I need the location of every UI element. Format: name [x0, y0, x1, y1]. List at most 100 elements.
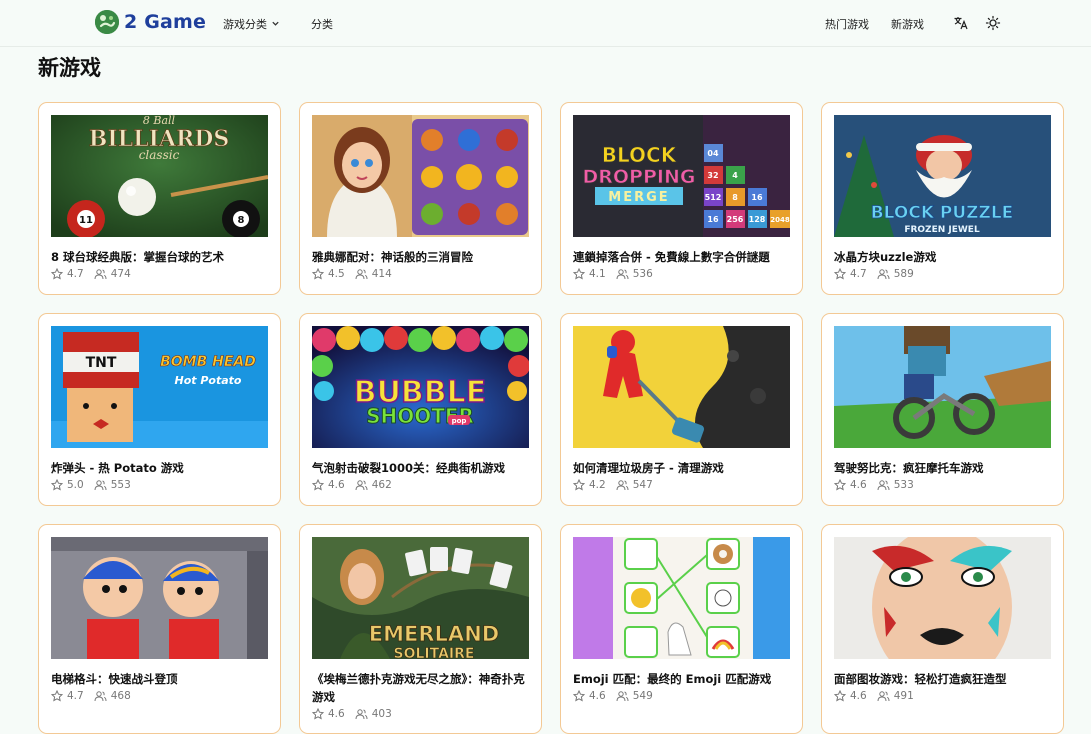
star-icon: [312, 268, 324, 280]
users-icon: [616, 268, 629, 280]
svg-text:FROZEN JEWEL: FROZEN JEWEL: [904, 225, 980, 235]
nav-label: 新游戏: [891, 18, 924, 31]
game-card[interactable]: 雅典娜配对：神话般的三消冒险 4.5 414: [299, 102, 542, 295]
svg-text:512: 512: [705, 193, 722, 202]
site-logo[interactable]: 2 Game: [95, 10, 206, 34]
svg-text:Hot Potato: Hot Potato: [175, 374, 242, 387]
users-icon: [877, 690, 890, 702]
players-count: 547: [632, 479, 653, 491]
players-count: 549: [632, 690, 653, 702]
svg-text:MERGE: MERGE: [608, 190, 669, 205]
game-title: 8 球台球经典版：掌握台球的艺术: [51, 250, 225, 264]
game-stats: 4.6 462: [312, 479, 392, 491]
nav-hot-games[interactable]: 热门游戏: [825, 16, 869, 32]
game-thumbnail: EMERLAND SOLITAIRE: [312, 537, 529, 659]
svg-text:2048: 2048: [770, 216, 790, 224]
game-thumbnail: [834, 537, 1051, 659]
page-title: 新游戏: [38, 56, 101, 80]
game-thumbnail: 8 Ball BILLIARDS classic 11 8: [51, 115, 268, 237]
game-card[interactable]: 驾驶努比克：疯狂摩托车游戏 4.6 533: [821, 313, 1064, 506]
game-thumbnail: BLOCK PUZZLE FROZEN JEWEL: [834, 115, 1051, 237]
players-count: 589: [893, 268, 914, 280]
rating-value: 4.6: [328, 708, 345, 720]
game-card[interactable]: BUBBLE SHOOTER pop 气泡射击破裂1000关：经典街机游戏 4.…: [299, 313, 542, 506]
game-card[interactable]: TNT BOMB HEAD Hot Potato 炸弹头 - 热 Potato …: [38, 313, 281, 506]
players-count: 403: [371, 708, 392, 720]
game-card[interactable]: 8 Ball BILLIARDS classic 11 8 8 球台球经典版：掌…: [38, 102, 281, 295]
logo-text: 2 Game: [124, 11, 207, 33]
game-stats: 4.2 547: [573, 479, 653, 491]
rating-value: 4.6: [850, 479, 867, 491]
svg-text:16: 16: [751, 193, 763, 202]
rating-value: 4.5: [328, 268, 345, 280]
players-count: 553: [110, 479, 131, 491]
nav-label: 分类: [311, 18, 333, 31]
game-stats: 4.7 468: [51, 690, 131, 702]
star-icon: [51, 690, 63, 702]
star-icon: [51, 268, 63, 280]
svg-text:BLOCK PUZZLE: BLOCK PUZZLE: [871, 203, 1014, 223]
game-stats: 4.6 491: [834, 690, 914, 702]
game-title: 《埃梅兰德扑克游戏无尽之旅》：神奇扑克游戏: [312, 672, 525, 704]
svg-text:8: 8: [238, 215, 245, 226]
game-stats: 4.1 536: [573, 268, 653, 280]
players-count: 462: [371, 479, 392, 491]
game-stats: 5.0 553: [51, 479, 131, 491]
game-thumbnail: [51, 537, 268, 659]
star-icon: [573, 268, 585, 280]
game-title: 驾驶努比克：疯狂摩托车游戏: [834, 461, 984, 475]
svg-text:11: 11: [79, 215, 93, 226]
game-card[interactable]: BLOCK DROPPING MERGE 04 32 4 512 8 16 16…: [560, 102, 803, 295]
game-thumbnail: BUBBLE SHOOTER pop: [312, 326, 529, 448]
game-title: 电梯格斗：快速战斗登顶: [51, 672, 178, 686]
svg-text:16: 16: [707, 215, 719, 224]
svg-text:SOLITAIRE: SOLITAIRE: [394, 646, 475, 659]
rating-value: 5.0: [67, 479, 84, 491]
players-count: 491: [893, 690, 914, 702]
game-title: 連鎖掉落合併 - 免費線上數字合併謎題: [573, 250, 770, 264]
nav-label: 游戏分类: [223, 18, 267, 31]
game-thumbnail: BLOCK DROPPING MERGE 04 32 4 512 8 16 16…: [573, 115, 790, 237]
game-card[interactable]: 面部图妆游戏：轻松打造疯狂造型 4.6 491: [821, 524, 1064, 734]
game-thumbnail: [312, 115, 529, 237]
game-card[interactable]: 如何清理垃圾房子 - 清理游戏 4.2 547: [560, 313, 803, 506]
sun-icon[interactable]: [983, 13, 1003, 33]
svg-text:classic: classic: [139, 148, 180, 162]
nav-categories[interactable]: 分类: [311, 16, 333, 32]
svg-text:EMERLAND: EMERLAND: [369, 622, 499, 646]
star-icon: [312, 708, 324, 720]
users-icon: [355, 268, 368, 280]
users-icon: [355, 479, 368, 491]
star-icon: [51, 479, 63, 491]
svg-text:BOMB HEAD: BOMB HEAD: [160, 354, 256, 370]
game-card[interactable]: 电梯格斗：快速战斗登顶 4.7 468: [38, 524, 281, 734]
players-count: 414: [371, 268, 392, 280]
game-title: Emoji 匹配：最终的 Emoji 匹配游戏: [573, 672, 772, 686]
users-icon: [94, 479, 107, 491]
game-card[interactable]: EMERLAND SOLITAIRE 《埃梅兰德扑克游戏无尽之旅》：神奇扑克游戏…: [299, 524, 542, 734]
svg-text:4: 4: [732, 171, 738, 180]
game-stats: 4.6 549: [573, 690, 653, 702]
svg-text:04: 04: [707, 149, 719, 158]
top-navigation-bar: 2 Game 游戏分类 分类 热门游戏 新游戏: [0, 0, 1091, 47]
nav-game-categories-dropdown[interactable]: 游戏分类: [223, 16, 280, 32]
rating-value: 4.6: [589, 690, 606, 702]
game-stats: 4.7 589: [834, 268, 914, 280]
star-icon: [834, 690, 846, 702]
translate-icon[interactable]: [951, 13, 971, 33]
game-stats: 4.6 403: [312, 708, 392, 720]
svg-text:256: 256: [727, 215, 744, 224]
players-count: 474: [110, 268, 131, 280]
game-thumbnail: [573, 537, 790, 659]
rating-value: 4.6: [850, 690, 867, 702]
game-card[interactable]: Emoji 匹配：最终的 Emoji 匹配游戏 4.6 549: [560, 524, 803, 734]
rating-value: 4.7: [67, 690, 84, 702]
users-icon: [355, 708, 368, 720]
svg-text:8: 8: [732, 193, 738, 202]
chevron-down-icon: [271, 18, 280, 31]
game-card[interactable]: BLOCK PUZZLE FROZEN JEWEL 冰晶方块uzzle游戏 4.…: [821, 102, 1064, 295]
nav-new-games[interactable]: 新游戏: [891, 16, 924, 32]
game-title: 面部图妆游戏：轻松打造疯狂造型: [834, 672, 1007, 686]
rating-value: 4.2: [589, 479, 606, 491]
svg-text:pop: pop: [452, 417, 467, 425]
